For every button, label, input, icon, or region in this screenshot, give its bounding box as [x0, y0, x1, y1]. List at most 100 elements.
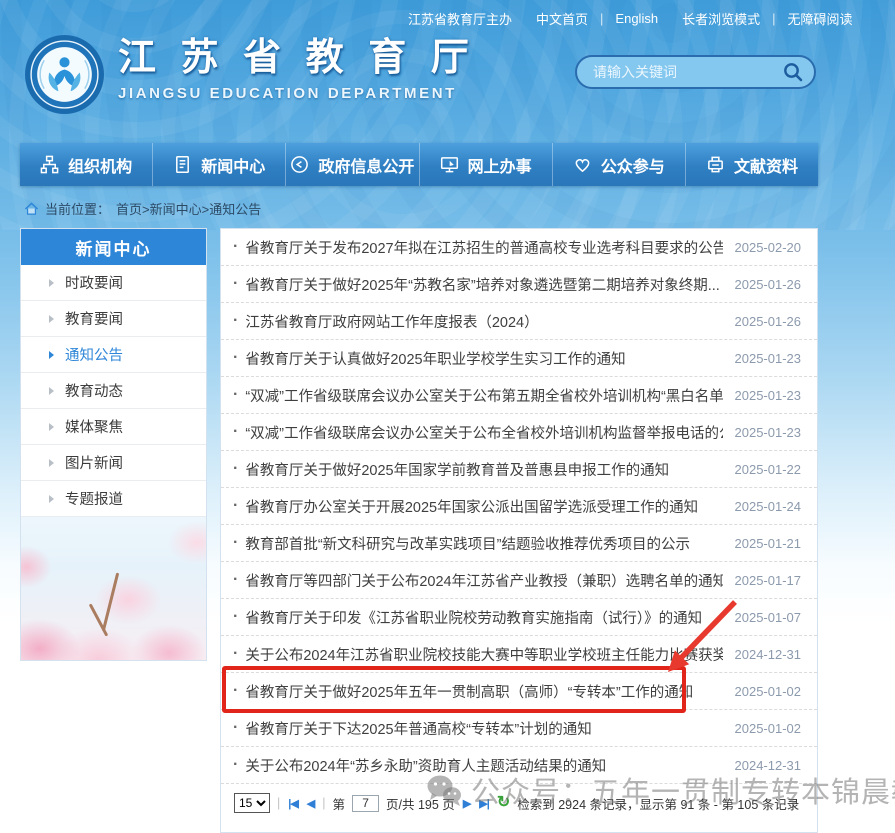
sidebar-item-notices[interactable]: 通知公告: [21, 337, 206, 373]
breadcrumb: 当前位置：首页>新闻中心>通知公告: [24, 199, 261, 218]
bullet: ·: [233, 238, 238, 256]
bullet: ·: [233, 497, 238, 515]
bullet: ·: [233, 682, 238, 700]
bullet: ·: [233, 645, 238, 663]
sidebar-item-label: 教育动态: [65, 380, 123, 401]
news-row[interactable]: · 省教育厅关于做好2025年国家学前教育普及普惠县申报工作的通知 2025-0…: [221, 451, 817, 488]
topbar-english-link[interactable]: English: [615, 11, 658, 26]
bullet: ·: [233, 275, 238, 293]
news-row[interactable]: · 省教育厅关于下达2025年普通高校“专转本”计划的通知 2025-01-02: [221, 710, 817, 747]
news-row[interactable]: · 省教育厅关于做好2025年“苏教名家”培养对象遴选暨第二期培养对象终期...…: [221, 266, 817, 303]
documents-icon: [706, 155, 725, 174]
sidebar-item-education-trends[interactable]: 教育动态: [21, 373, 206, 409]
breadcrumb-path[interactable]: 首页>新闻中心>通知公告: [116, 199, 261, 218]
nav-item-label: 文献资料: [734, 153, 798, 177]
news-link[interactable]: 省教育厅关于下达2025年普通高校“专转本”计划的通知: [245, 718, 722, 739]
bullet: ·: [233, 534, 238, 552]
news-row[interactable]: · 省教育厅关于发布2027年拟在江苏招生的普通高校专业选考科目要求的公告 20…: [221, 229, 817, 266]
page-size-select[interactable]: 15: [234, 793, 270, 813]
sidebar-item-photo-news[interactable]: 图片新闻: [21, 445, 206, 481]
news-link[interactable]: 省教育厅关于发布2027年拟在江苏招生的普通高校专业选考科目要求的公告: [245, 237, 722, 258]
refresh-icon[interactable]: ↻: [497, 795, 510, 811]
first-page-button[interactable]: |◀: [287, 797, 299, 810]
prev-page-button[interactable]: ◀: [306, 797, 315, 810]
sidebar-item-media-focus[interactable]: 媒体聚焦: [21, 409, 206, 445]
news-date: 2025-01-17: [735, 573, 802, 588]
news-row[interactable]: · “双减”工作省级联席会议办公室关于公布全省校外培训机构监督举报电话的公...…: [221, 414, 817, 451]
news-date: 2025-01-07: [735, 610, 802, 625]
nav-item-documents[interactable]: 文献资料: [686, 143, 818, 186]
topbar-separator: |: [600, 11, 603, 26]
nav-item-label: 新闻中心: [201, 153, 265, 177]
news-link[interactable]: 省教育厅关于印发《江苏省职业院校劳动教育实施指南（试行）》的通知: [245, 607, 722, 628]
bullet: ·: [233, 386, 238, 404]
news-link[interactable]: 省教育厅关于做好2025年五年一贯制高职（高师）“专转本”工作的通知: [245, 681, 722, 702]
page-number-input[interactable]: [352, 795, 379, 812]
topbar-separator: |: [772, 11, 775, 26]
news-row[interactable]: · “双减”工作省级联席会议办公室关于公布第五期全省校外培训机构“黑白名单...…: [221, 377, 817, 414]
triangle-icon: [49, 495, 54, 503]
sidebar-item-label: 图片新闻: [65, 452, 123, 473]
news-link[interactable]: 省教育厅关于做好2025年国家学前教育普及普惠县申报工作的通知: [245, 459, 722, 480]
nav-item-label: 公众参与: [601, 153, 665, 177]
news-row[interactable]: · 关于公布2024年江苏省职业院校技能大赛中等职业学校班主任能力比赛获奖 20…: [221, 636, 817, 673]
news-link[interactable]: 教育部首批“新文科研究与改革实践项目”结题验收推荐优秀项目的公示: [245, 533, 722, 554]
nav-item-online-services[interactable]: 网上办事: [420, 143, 553, 186]
last-page-button[interactable]: ▶|: [478, 797, 490, 810]
news-date: 2025-01-23: [735, 425, 802, 440]
heart-icon: [573, 155, 592, 174]
news-date: 2025-01-21: [735, 536, 802, 551]
bullet: ·: [233, 719, 238, 737]
sidebar-item-label: 时政要闻: [65, 272, 123, 293]
next-page-button[interactable]: ▶: [462, 797, 471, 810]
sidebar-item-label: 通知公告: [65, 344, 123, 365]
news-link[interactable]: “双减”工作省级联席会议办公室关于公布全省校外培训机构监督举报电话的公...: [245, 422, 722, 443]
news-date: 2024-12-31: [735, 758, 802, 773]
news-row[interactable]: · 教育部首批“新文科研究与改革实践项目”结题验收推荐优秀项目的公示 2025-…: [221, 525, 817, 562]
news-row[interactable]: · 关于公布2024年“苏乡永助”资助育人主题活动结果的通知 2024-12-3…: [221, 747, 817, 784]
triangle-icon: [49, 279, 54, 287]
search-button[interactable]: [782, 61, 804, 83]
news-link[interactable]: 关于公布2024年江苏省职业院校技能大赛中等职业学校班主任能力比赛获奖: [245, 644, 722, 665]
news-row[interactable]: · 省教育厅办公室关于开展2025年国家公派出国留学选派受理工作的通知 2025…: [221, 488, 817, 525]
sidebar-item-education-news[interactable]: 教育要闻: [21, 301, 206, 337]
news-date: 2025-01-02: [735, 684, 802, 699]
topbar-accessibility-link[interactable]: 无障碍阅读: [787, 9, 852, 28]
bullet: ·: [233, 349, 238, 367]
news-link[interactable]: 关于公布2024年“苏乡永助”资助育人主题活动结果的通知: [245, 755, 722, 776]
search-input[interactable]: [593, 64, 782, 80]
news-link[interactable]: 省教育厅等四部门关于公布2024年江苏省产业教授（兼职）选聘名单的通知: [245, 570, 722, 591]
page-suffix-label: 页/共 195 页: [386, 794, 455, 813]
nav-item-news-center[interactable]: 新闻中心: [153, 143, 286, 186]
news-date: 2025-01-23: [735, 351, 802, 366]
news-row[interactable]: · 省教育厅关于认真做好2025年职业学校学生实习工作的通知 2025-01-2…: [221, 340, 817, 377]
news-row[interactable]: · 省教育厅关于印发《江苏省职业院校劳动教育实施指南（试行）》的通知 2025-…: [221, 599, 817, 636]
sidebar-item-current-politics[interactable]: 时政要闻: [21, 265, 206, 301]
topbar-elder-mode-link[interactable]: 长者浏览模式: [682, 9, 760, 28]
nav-item-organization[interactable]: 组织机构: [20, 143, 153, 186]
news-row[interactable]: · 省教育厅等四部门关于公布2024年江苏省产业教授（兼职）选聘名单的通知 20…: [221, 562, 817, 599]
home-icon: [24, 202, 39, 216]
topbar-host-link[interactable]: 江苏省教育厅主办: [408, 9, 512, 28]
nav-item-label: 政府信息公开: [318, 153, 414, 177]
sidebar-item-label: 专题报道: [65, 488, 123, 509]
news-link[interactable]: 省教育厅关于认真做好2025年职业学校学生实习工作的通知: [245, 348, 722, 369]
brand-text: 江 苏 省 教 育 厅 JIANGSU EDUCATION DEPARTMENT: [118, 34, 476, 102]
news-link[interactable]: 省教育厅办公室关于开展2025年国家公派出国留学选派受理工作的通知: [245, 496, 722, 517]
news-date: 2025-01-24: [735, 499, 802, 514]
department-logo: [24, 34, 105, 115]
news-link[interactable]: 省教育厅关于做好2025年“苏教名家”培养对象遴选暨第二期培养对象终期...: [245, 274, 722, 295]
pagination-stats: 检索到 2924 条记录，显示第 91 条 - 第 105 条记录: [517, 794, 799, 813]
search-box: [575, 55, 816, 89]
news-row[interactable]: · 江苏省教育厅政府网站工作年度报表（2024） 2025-01-26: [221, 303, 817, 340]
news-date: 2025-01-26: [735, 314, 802, 329]
news-row-highlighted[interactable]: · 省教育厅关于做好2025年五年一贯制高职（高师）“专转本”工作的通知 202…: [221, 673, 817, 710]
nav-item-info-disclosure[interactable]: 政府信息公开: [286, 143, 419, 186]
nav-item-public-participation[interactable]: 公众参与: [553, 143, 686, 186]
news-link[interactable]: 江苏省教育厅政府网站工作年度报表（2024）: [245, 311, 722, 332]
sidebar-item-special-reports[interactable]: 专题报道: [21, 481, 206, 517]
topbar: 江苏省教育厅主办 中文首页 | English 长者浏览模式 | 无障碍阅读: [408, 9, 852, 28]
news-link[interactable]: “双减”工作省级联席会议办公室关于公布第五期全省校外培训机构“黑白名单...: [245, 385, 722, 406]
news-date: 2024-12-31: [735, 647, 802, 662]
topbar-home-link[interactable]: 中文首页: [536, 9, 588, 28]
